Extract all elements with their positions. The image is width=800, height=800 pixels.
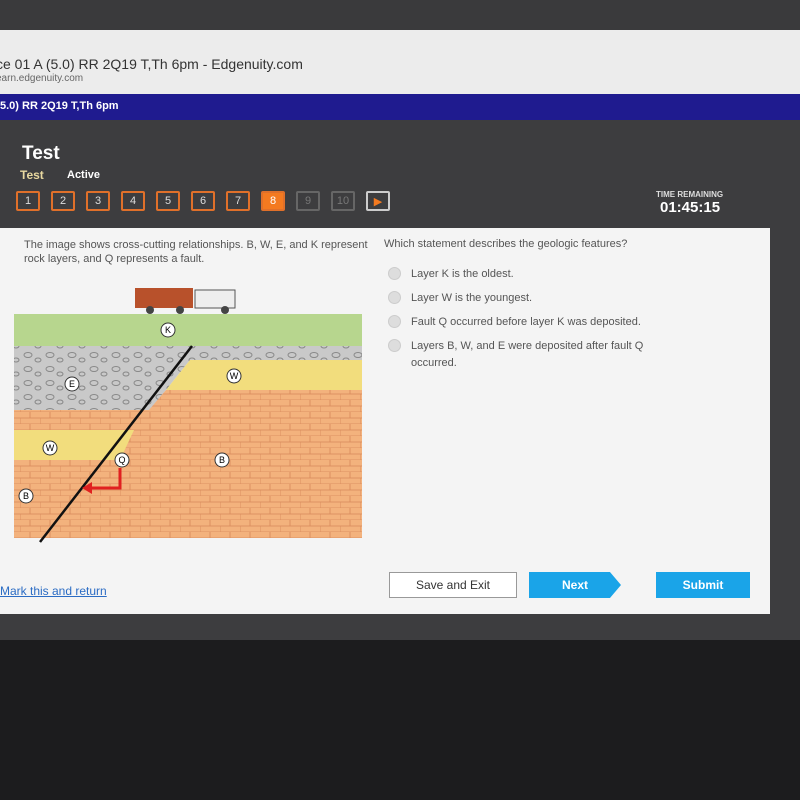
layer-w-right xyxy=(166,360,362,390)
question-panel: The image shows cross-cutting relationsh… xyxy=(0,228,770,614)
answer-options: Layer K is the oldest. Layer W is the yo… xyxy=(388,266,688,379)
truck-icon xyxy=(135,288,236,314)
timer-value: 01:45:15 xyxy=(660,199,721,216)
label-k: K xyxy=(165,325,171,335)
option-label: Layer K is the oldest. xyxy=(411,268,514,280)
next-button[interactable]: Next xyxy=(529,572,621,598)
tab-test[interactable]: Test xyxy=(20,168,44,182)
radio-button[interactable] xyxy=(388,339,401,352)
tab-active[interactable]: Active xyxy=(67,169,100,181)
label-e: E xyxy=(69,379,75,389)
question-3[interactable]: 3 xyxy=(86,191,110,211)
label-w-right: W xyxy=(230,371,239,381)
label-w-left: W xyxy=(46,443,55,453)
photo-top-edge xyxy=(0,0,800,32)
question-text: Which statement describes the geologic f… xyxy=(384,238,628,250)
question-7[interactable]: 7 xyxy=(226,191,250,211)
layer-k xyxy=(14,314,362,346)
question-2[interactable]: 2 xyxy=(51,191,75,211)
page-url: earn.edgenuity.com xyxy=(0,73,84,84)
radio-button[interactable] xyxy=(388,267,401,280)
question-6[interactable]: 6 xyxy=(191,191,215,211)
page-title: ce 01 A (5.0) RR 2Q19 T,Th 6pm - Edgenui… xyxy=(0,56,303,72)
submit-button[interactable]: Submit xyxy=(656,572,750,598)
label-b-left: B xyxy=(23,491,29,501)
course-title: 5.0) RR 2Q19 T,Th 6pm xyxy=(0,100,119,112)
timer-label: TIME REMAINING xyxy=(656,190,724,199)
radio-button[interactable] xyxy=(388,315,401,328)
answer-option[interactable]: Layer W is the youngest. xyxy=(388,290,688,307)
answer-option[interactable]: Fault Q occurred before layer K was depo… xyxy=(388,314,688,331)
question-5[interactable]: 5 xyxy=(156,191,180,211)
save-exit-button[interactable]: Save and Exit xyxy=(389,572,517,598)
answer-option[interactable]: Layer K is the oldest. xyxy=(388,266,688,283)
option-label: Fault Q occurred before layer K was depo… xyxy=(411,316,641,328)
label-b-right: B xyxy=(219,455,225,465)
radio-button[interactable] xyxy=(388,291,401,304)
mark-and-return-link[interactable]: Mark this and return xyxy=(0,584,107,598)
browser-title-bar: ce 01 A (5.0) RR 2Q19 T,Th 6pm - Edgenui… xyxy=(0,30,800,94)
option-label: Layer W is the youngest. xyxy=(411,292,533,304)
geology-diagram: K E W W Q B B xyxy=(14,288,362,543)
test-heading: Test xyxy=(22,143,60,164)
question-9: 9 xyxy=(296,191,320,211)
label-q: Q xyxy=(118,455,125,465)
play-icon: ▶ xyxy=(373,195,383,208)
question-prompt: The image shows cross-cutting relationsh… xyxy=(24,239,368,265)
next-question-button[interactable]: ▶ xyxy=(366,191,390,211)
question-4[interactable]: 4 xyxy=(121,191,145,211)
question-1[interactable]: 1 xyxy=(16,191,40,211)
option-label: Layers B, W, and E were deposited after … xyxy=(411,340,644,369)
course-bar: 5.0) RR 2Q19 T,Th 6pm xyxy=(0,94,800,120)
answer-option[interactable]: Layers B, W, and E were deposited after … xyxy=(388,338,688,372)
question-10: 10 xyxy=(331,191,355,211)
question-nav: 1 2 3 4 5 6 7 8 9 10 ▶ xyxy=(16,191,390,211)
question-8[interactable]: 8 xyxy=(261,191,285,211)
